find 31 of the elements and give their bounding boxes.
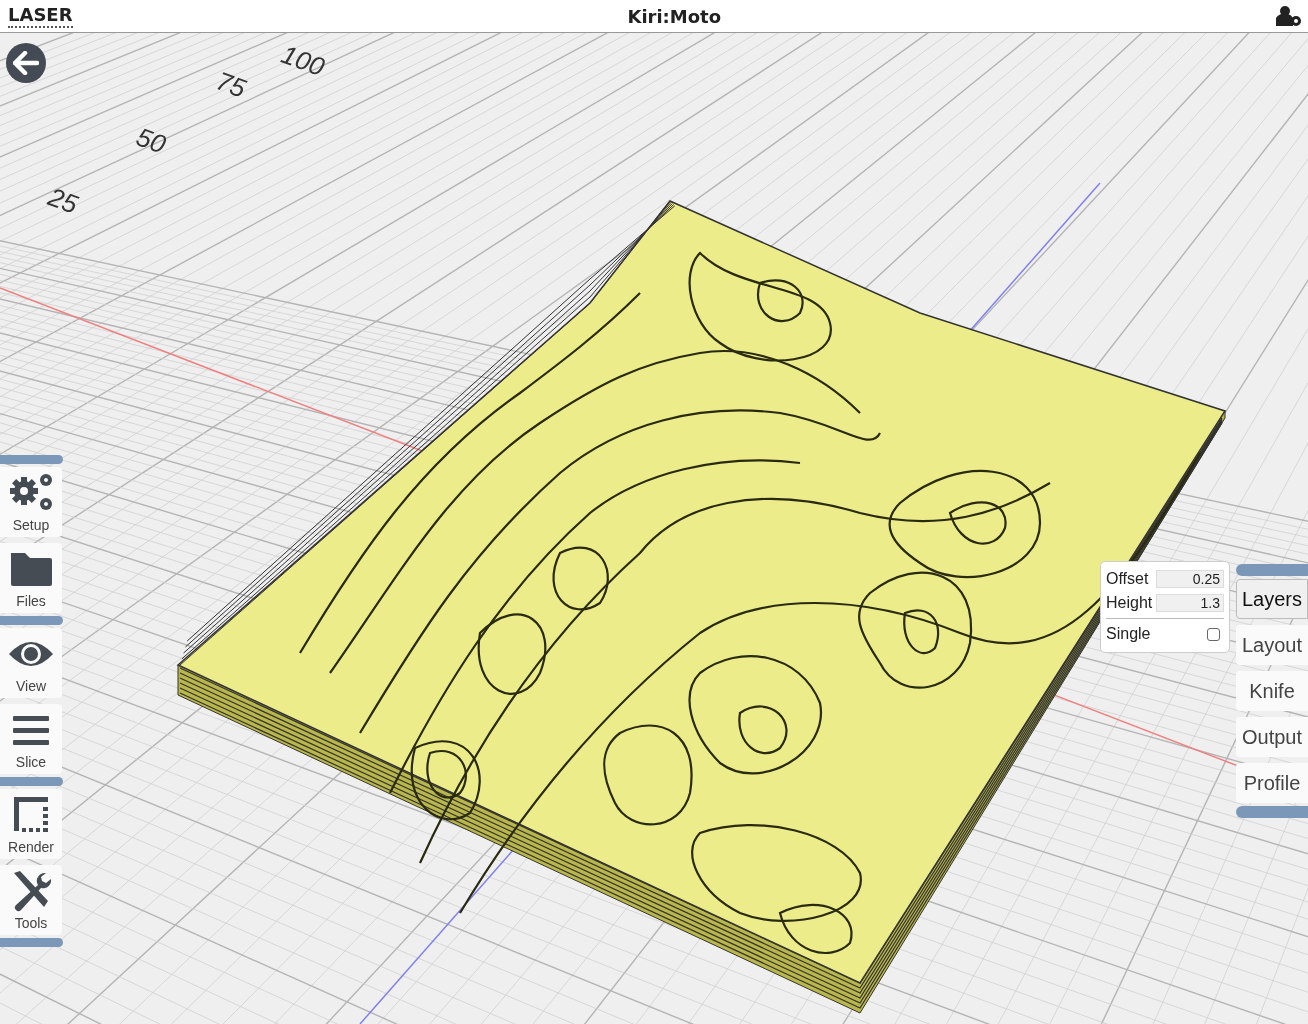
menu-button[interactable]: Files [0,543,62,613]
axis-label: 25 [44,181,82,220]
field-label: Height [1106,594,1153,612]
mode-tab[interactable]: Knife [1236,671,1308,711]
app-title: Kiri:Moto [627,5,722,27]
axis-label: 75 [212,65,250,104]
menu-group-bar [0,455,63,464]
axis-label: 100 [277,39,329,83]
user-settings-icon[interactable] [1276,5,1302,27]
mode-tab[interactable]: Output [1236,717,1308,757]
left-arrow-icon [13,51,39,75]
mode-tab[interactable]: Layers [1236,579,1308,619]
menu-group-bar [0,777,63,786]
checkbox[interactable] [1207,627,1220,641]
checkbox-label: Single [1106,625,1151,643]
menu-group-bar [1236,564,1308,576]
menu-group-bar [0,938,63,947]
menu-group-bar [1236,806,1308,818]
menu-button[interactable]: Tools [0,865,62,935]
menu-button[interactable]: Render [0,789,62,859]
menu-group-bar [0,616,63,625]
menu-button[interactable]: Setup [0,467,62,537]
mode-tab[interactable]: Layout [1236,625,1308,665]
field-label: Offset [1106,570,1149,588]
axis-label: 50 [132,121,170,160]
mode-label[interactable]: LASER [8,4,73,28]
input-field[interactable]: 0.25 [1156,570,1224,588]
menu-button[interactable]: View [0,628,62,698]
mode-tab[interactable]: Profile [1236,763,1308,803]
input-field[interactable]: 1.3 [1156,594,1224,612]
menu-button[interactable]: Slice [0,704,62,774]
